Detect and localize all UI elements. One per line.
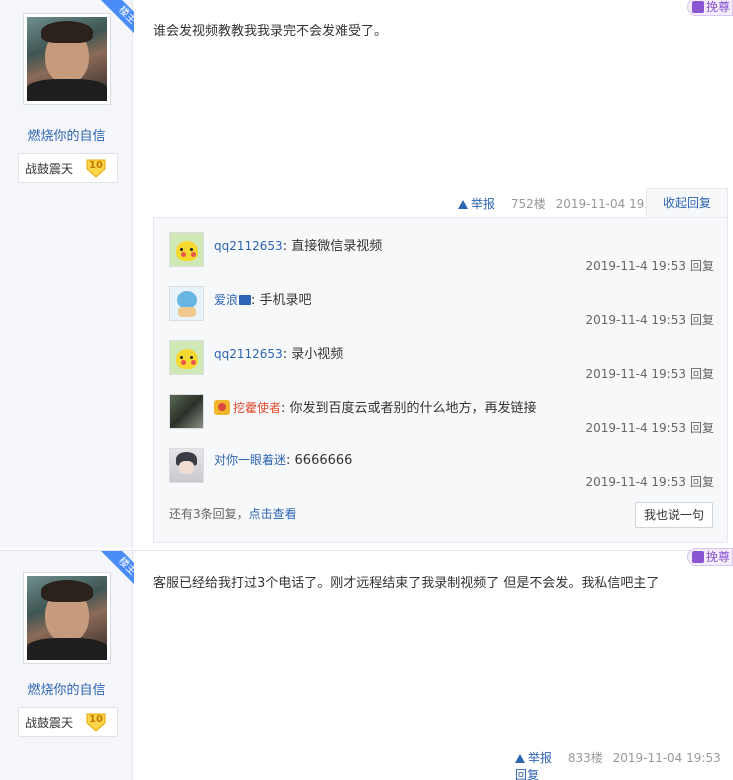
- reply-time: 2019-11-4 19:53: [585, 367, 686, 381]
- say-something-button[interactable]: 我也说一句: [635, 502, 713, 528]
- host-badge: 楼主: [96, 0, 134, 38]
- level-box[interactable]: 战鼓震天 10: [18, 153, 118, 183]
- zan-button[interactable]: 挽尊: [687, 0, 733, 16]
- author-name[interactable]: 燃烧你的自信: [0, 125, 133, 144]
- reply-button[interactable]: 回复: [690, 259, 714, 273]
- sub-replies-panel: qq2112653: 直接微信录视频 2019-11-4 19:53 回复 爱浪:…: [153, 217, 728, 543]
- medal-icon: [214, 400, 230, 415]
- reply-user[interactable]: qq2112653: [214, 239, 283, 253]
- pikachu-avatar[interactable]: [169, 340, 204, 375]
- reply-text: 录小视频: [291, 347, 344, 362]
- post-752: 楼主 燃烧你的自信 战鼓震天 10 挽尊 谁会发视频教教我我录完不会发难受了。 …: [0, 0, 733, 548]
- floor-number: 752楼: [510, 197, 546, 211]
- floor-number: 833楼: [567, 751, 603, 765]
- zan-icon: [692, 551, 704, 563]
- post-tail: 举报 833楼 2019-11-04 19:53 回复: [515, 749, 733, 780]
- reply-text: 直接微信录视频: [291, 239, 383, 254]
- warning-icon: [458, 200, 468, 209]
- list-item: 对你一眼着迷: 6666666 2019-11-4 19:53 回复: [169, 448, 714, 502]
- reply-user[interactable]: qq2112653: [214, 347, 283, 361]
- list-item: 爱浪: 手机录吧 2019-11-4 19:53 回复: [169, 286, 714, 340]
- pikachu-avatar[interactable]: [169, 232, 204, 267]
- report-link[interactable]: 举报: [458, 197, 501, 211]
- reply-button[interactable]: 回复: [690, 313, 714, 327]
- dark-photo-avatar[interactable]: [169, 394, 204, 429]
- zan-button[interactable]: 挽尊: [687, 548, 733, 566]
- list-item: 挖藿使者: 你发到百度云或者别的什么地方，再发链接 2019-11-4 19:5…: [169, 394, 714, 448]
- reply-button[interactable]: 回复: [690, 475, 714, 489]
- list-item: qq2112653: 录小视频 2019-11-4 19:53 回复: [169, 340, 714, 394]
- blue-character-avatar[interactable]: [169, 286, 204, 321]
- reply-button[interactable]: 回复: [515, 768, 539, 780]
- reply-text: 你发到百度云或者别的什么地方，再发链接: [289, 401, 537, 416]
- reply-time: 2019-11-4 19:53: [585, 259, 686, 273]
- author-name[interactable]: 燃烧你的自信: [0, 679, 133, 698]
- level-name: 战鼓震天: [25, 162, 74, 176]
- reply-time: 2019-11-4 19:53: [585, 475, 686, 489]
- reply-time: 2019-11-4 19:53: [585, 313, 686, 327]
- member-icon: [239, 295, 252, 305]
- author-sidebar: 楼主 燃烧你的自信 战鼓震天 10: [0, 551, 134, 780]
- reply-button[interactable]: 回复: [690, 421, 714, 435]
- report-link[interactable]: 举报: [515, 751, 558, 765]
- warning-icon: [515, 754, 525, 763]
- reply-user[interactable]: 挖藿使者: [233, 401, 281, 415]
- collapse-replies-button[interactable]: 收起回复: [646, 188, 728, 218]
- view-more-link[interactable]: 点击查看: [249, 507, 297, 521]
- reply-text: 6666666: [294, 453, 353, 468]
- reply-time: 2019-11-4 19:53: [585, 421, 686, 435]
- author-sidebar: 楼主 燃烧你的自信 战鼓震天 10: [0, 0, 134, 548]
- level-badge-icon: 10: [85, 711, 107, 733]
- level-box[interactable]: 战鼓震天 10: [18, 707, 118, 737]
- reply-button[interactable]: 回复: [690, 367, 714, 381]
- reply-user[interactable]: 对你一眼着迷: [214, 453, 286, 467]
- post-content: 客服已经给我打过3个电话了。刚才远程结束了我录制视频了 但是不会发。我私信吧主了: [153, 576, 660, 591]
- reply-text: 手机录吧: [259, 293, 312, 308]
- anime-avatar[interactable]: [169, 448, 204, 483]
- host-badge: 楼主: [96, 551, 134, 589]
- more-replies: 还有3条回复，点击查看: [169, 507, 297, 521]
- reply-user[interactable]: 爱浪: [214, 293, 238, 307]
- level-badge-icon: 10: [85, 157, 107, 179]
- post-time: 2019-11-04 19:53: [612, 751, 721, 765]
- level-name: 战鼓震天: [25, 716, 74, 730]
- zan-icon: [692, 1, 704, 13]
- post-tail: 举报 752楼 2019-11-04 19:52: [458, 195, 670, 212]
- post-833: 楼主 燃烧你的自信 战鼓震天 10 挽尊 客服已经给我打过3个电话了。刚才远程结…: [0, 548, 733, 780]
- post-content: 谁会发视频教教我我录完不会发难受了。: [153, 24, 388, 39]
- list-item: qq2112653: 直接微信录视频 2019-11-4 19:53 回复: [169, 232, 714, 286]
